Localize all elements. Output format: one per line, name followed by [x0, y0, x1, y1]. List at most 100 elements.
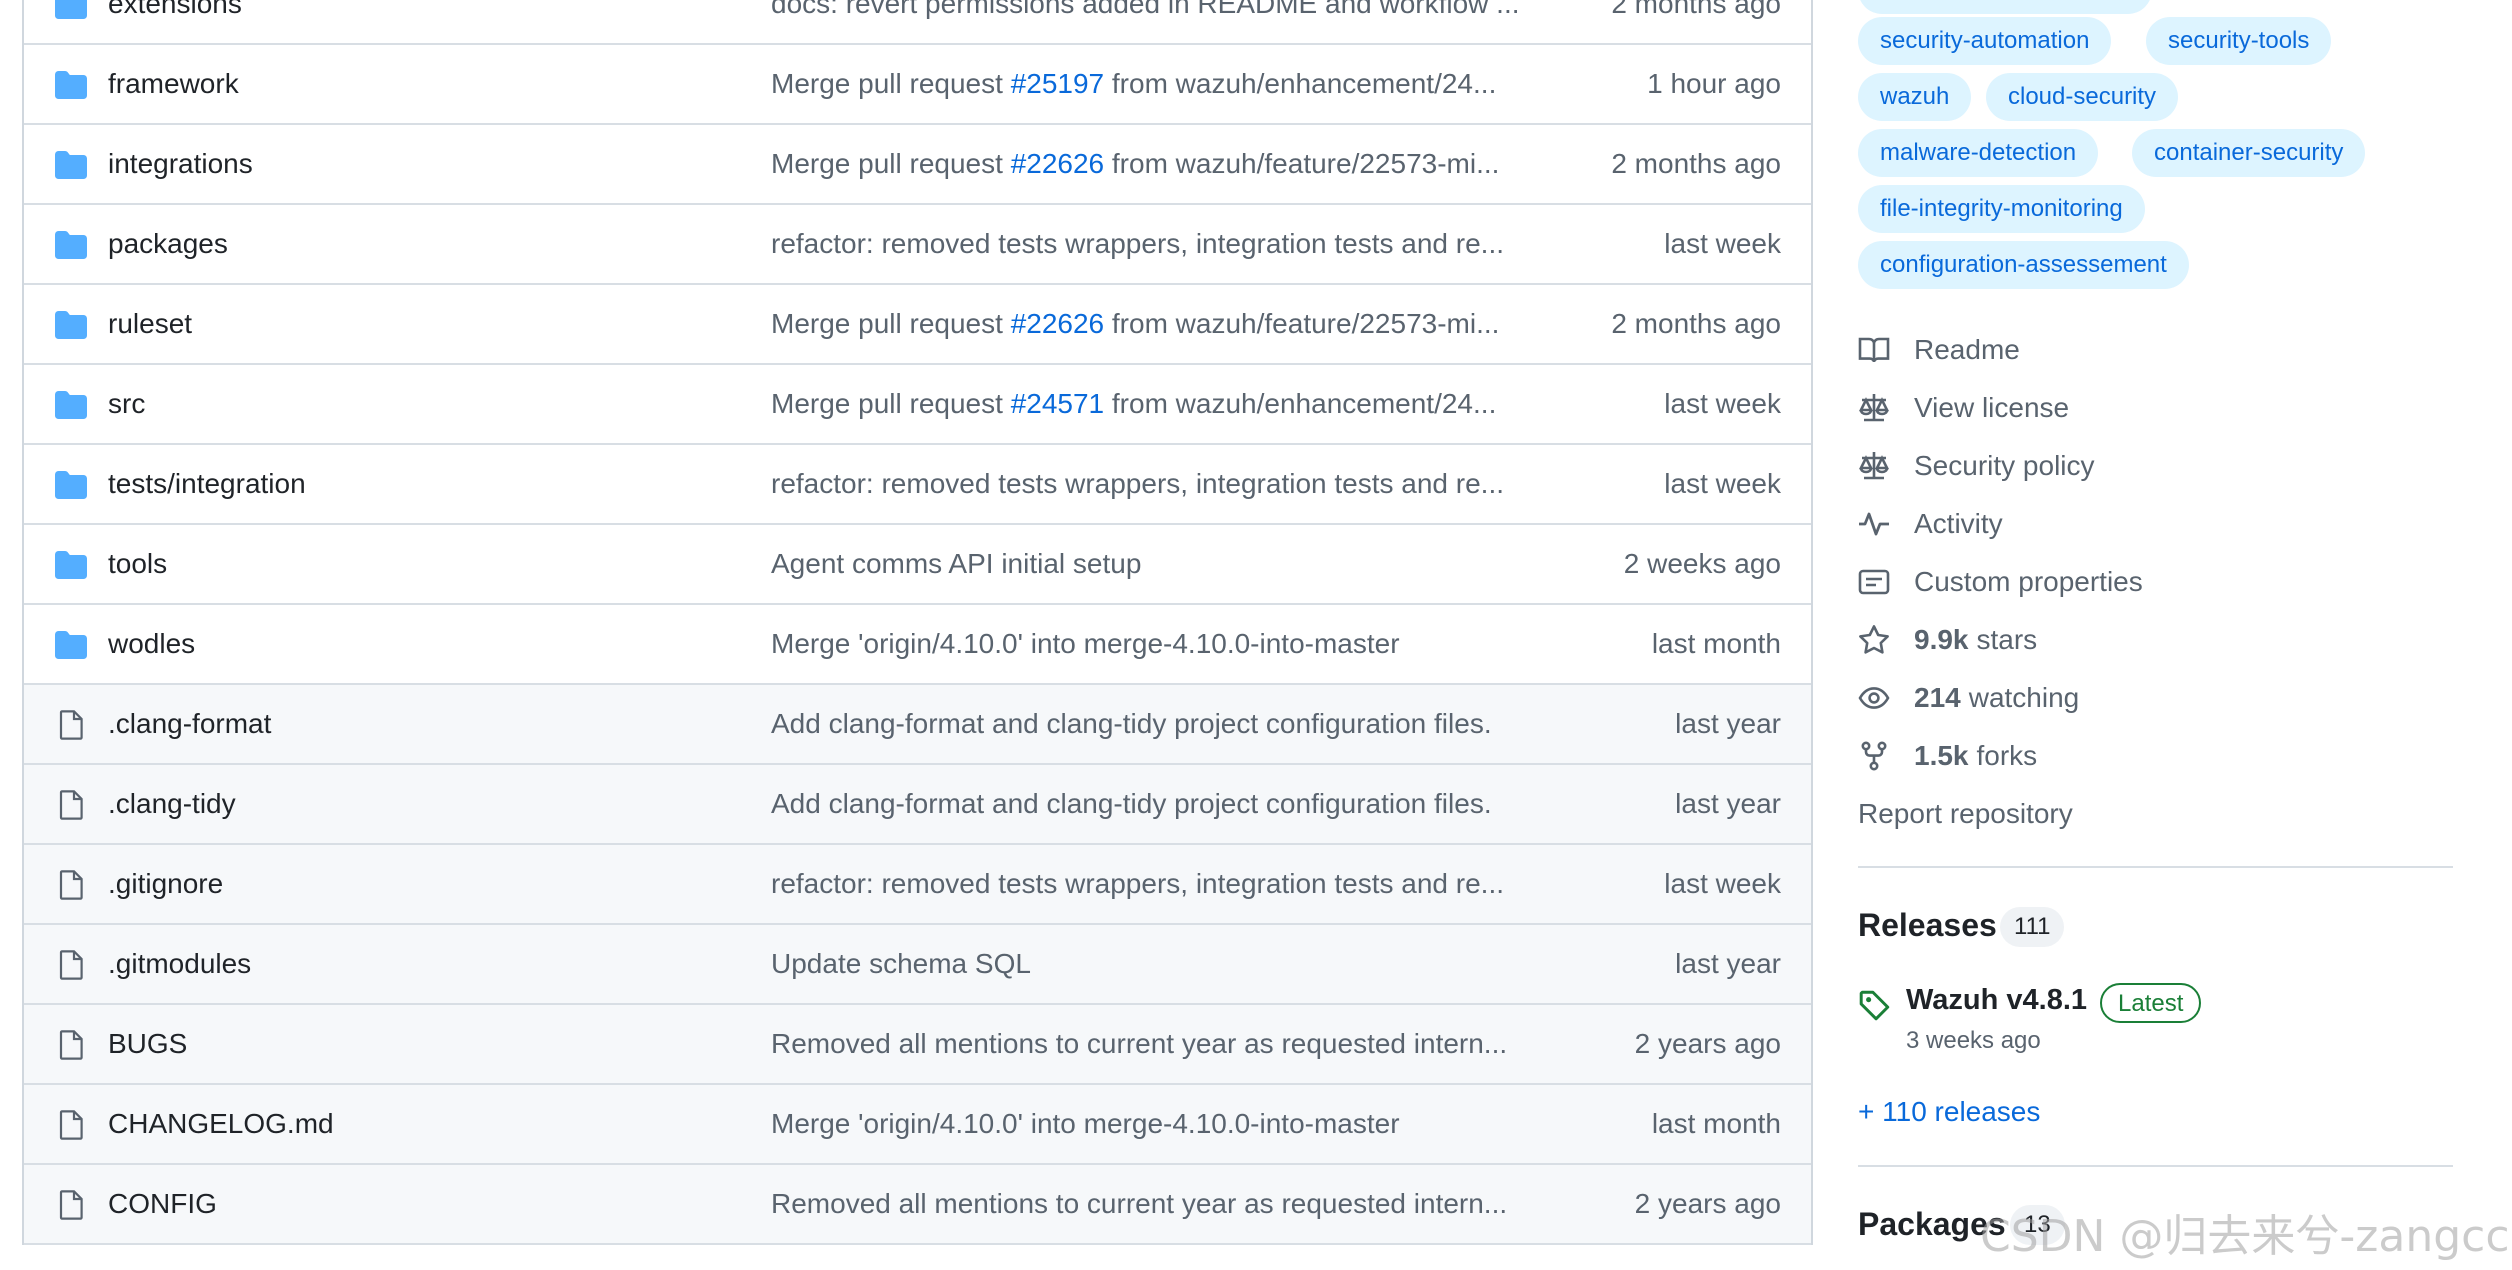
- report-repository-link[interactable]: Report repository: [1858, 794, 2073, 834]
- folder-icon: [54, 0, 88, 21]
- topic-tag-partial[interactable]: [1858, 0, 2152, 14]
- commit-message-text: Merge pull request: [771, 308, 1011, 339]
- file-name-link[interactable]: integrations: [108, 148, 253, 180]
- file-name-link[interactable]: CHANGELOG.md: [108, 1108, 334, 1140]
- file-name-link[interactable]: tools: [108, 548, 167, 580]
- file-row[interactable]: extensions docs: revert permissions added…: [24, 0, 1811, 45]
- latest-release-link[interactable]: Wazuh v4.8.1: [1906, 984, 2087, 1017]
- commit-message-link[interactable]: docs: revert permissions added in README…: [771, 0, 1561, 20]
- file-row[interactable]: wodles Merge 'origin/4.10.0' into merge-4…: [24, 605, 1811, 685]
- commit-age[interactable]: last year: [1675, 708, 1781, 740]
- file-row[interactable]: framework Merge pull request #25197 from …: [24, 45, 1811, 125]
- file-row[interactable]: src Merge pull request #24571 from wazuh/…: [24, 365, 1811, 445]
- topic-tag[interactable]: container-security: [2132, 129, 2366, 177]
- file-name-link[interactable]: wodles: [108, 628, 195, 660]
- commit-message-link[interactable]: Merge pull request #22626 from wazuh/fea…: [771, 148, 1561, 180]
- commit-message-link[interactable]: Merge 'origin/4.10.0' into merge-4.10.0-…: [771, 628, 1561, 660]
- releases-heading[interactable]: Releases: [1858, 907, 1997, 944]
- commit-age[interactable]: last week: [1664, 388, 1781, 420]
- pull-request-link[interactable]: #24571: [1011, 388, 1104, 419]
- file-row[interactable]: .gitignore refactor: removed tests wrappe…: [24, 845, 1811, 925]
- divider: [1858, 1165, 2453, 1167]
- commit-message-link[interactable]: Merge pull request #24571 from wazuh/enh…: [771, 388, 1561, 420]
- file-row[interactable]: tools Agent comms API initial setup 2 week…: [24, 525, 1811, 605]
- commit-message-link[interactable]: Removed all mentions to current year as …: [771, 1188, 1561, 1220]
- commit-age[interactable]: 2 months ago: [1611, 0, 1781, 20]
- file-name-link[interactable]: ruleset: [108, 308, 192, 340]
- pull-request-link[interactable]: #22626: [1011, 148, 1104, 179]
- commit-message-link[interactable]: Merge pull request #25197 from wazuh/enh…: [771, 68, 1561, 100]
- commit-age[interactable]: last year: [1675, 948, 1781, 980]
- security-policy-link[interactable]: Security policy: [1858, 446, 2095, 486]
- commit-message-link[interactable]: Add clang-format and clang-tidy project …: [771, 788, 1561, 820]
- commit-age[interactable]: last year: [1675, 788, 1781, 820]
- book-icon: [1858, 337, 1890, 363]
- topic-tag[interactable]: security-automation: [1858, 17, 2112, 65]
- commit-message-link[interactable]: refactor: removed tests wrappers, integr…: [771, 868, 1561, 900]
- pull-request-link[interactable]: #25197: [1011, 68, 1104, 99]
- readme-link[interactable]: Readme: [1858, 330, 2020, 370]
- note-icon: [1858, 569, 1890, 595]
- file-name-link[interactable]: src: [108, 388, 145, 420]
- file-name-link[interactable]: .gitmodules: [108, 948, 251, 980]
- file-row[interactable]: integrations Merge pull request #22626 fr…: [24, 125, 1811, 205]
- commit-message-link[interactable]: Merge 'origin/4.10.0' into merge-4.10.0-…: [771, 1108, 1561, 1140]
- commit-message-link[interactable]: Add clang-format and clang-tidy project …: [771, 708, 1561, 740]
- pull-request-link[interactable]: #22626: [1011, 308, 1104, 339]
- commit-age[interactable]: 2 months ago: [1611, 308, 1781, 340]
- file-row[interactable]: .clang-format Add clang-format and clang-…: [24, 685, 1811, 765]
- topic-tag[interactable]: malware-detection: [1858, 129, 2099, 177]
- latest-release-age: 3 weeks ago: [1906, 1027, 2041, 1054]
- commit-message-link[interactable]: Removed all mentions to current year as …: [771, 1028, 1561, 1060]
- topic-tag[interactable]: cloud-security: [1986, 73, 2179, 121]
- commit-message-link[interactable]: refactor: removed tests wrappers, integr…: [771, 228, 1561, 260]
- file-name-link[interactable]: .clang-format: [108, 708, 271, 740]
- file-row[interactable]: tests/integration refactor: removed tests…: [24, 445, 1811, 525]
- file-row[interactable]: packages refactor: removed tests wrappers…: [24, 205, 1811, 285]
- activity-link[interactable]: Activity: [1858, 504, 2003, 544]
- file-row[interactable]: BUGS Removed all mentions to current year…: [24, 1005, 1811, 1085]
- commit-age[interactable]: 1 hour ago: [1647, 68, 1781, 100]
- file-name-link[interactable]: CONFIG: [108, 1188, 217, 1220]
- file-table: extensions docs: revert permissions added…: [22, 0, 1813, 1245]
- file-name-link[interactable]: tests/integration: [108, 468, 306, 500]
- watching-count: 214: [1914, 682, 1961, 713]
- topic-tag[interactable]: wazuh: [1858, 73, 1972, 121]
- watching-link[interactable]: 214 watching: [1858, 678, 2079, 718]
- topic-tag[interactable]: configuration-assessement: [1858, 241, 2189, 289]
- commit-message-link[interactable]: refactor: removed tests wrappers, integr…: [771, 468, 1561, 500]
- commit-age[interactable]: 2 years ago: [1635, 1188, 1781, 1220]
- commit-age[interactable]: last week: [1664, 468, 1781, 500]
- file-name-link[interactable]: extensions: [108, 0, 242, 20]
- license-link[interactable]: View license: [1858, 388, 2069, 428]
- file-name-link[interactable]: packages: [108, 228, 228, 260]
- file-name-link[interactable]: framework: [108, 68, 239, 100]
- forks-label: forks: [1976, 740, 2038, 771]
- file-row[interactable]: CHANGELOG.md Merge 'origin/4.10.0' into m…: [24, 1085, 1811, 1165]
- file-row[interactable]: .gitmodules Update schema SQL last year: [24, 925, 1811, 1005]
- file-name-link[interactable]: .gitignore: [108, 868, 223, 900]
- commit-age[interactable]: last month: [1652, 628, 1781, 660]
- file-row[interactable]: CONFIG Removed all mentions to current ye…: [24, 1165, 1811, 1245]
- custom-properties-link[interactable]: Custom properties: [1858, 562, 2143, 602]
- forks-link[interactable]: 1.5k forks: [1858, 736, 2037, 776]
- file-row[interactable]: ruleset Merge pull request #22626 from wa…: [24, 285, 1811, 365]
- commit-age[interactable]: last week: [1664, 868, 1781, 900]
- commit-message-link[interactable]: Merge pull request #22626 from wazuh/fea…: [771, 308, 1561, 340]
- topic-tag[interactable]: file-integrity-monitoring: [1858, 185, 2145, 233]
- tag-icon: [1859, 990, 1890, 1021]
- file-name-link[interactable]: .clang-tidy: [108, 788, 236, 820]
- folder-icon: [54, 309, 88, 341]
- commit-age[interactable]: 2 months ago: [1611, 148, 1781, 180]
- stars-link[interactable]: 9.9k stars: [1858, 620, 2037, 660]
- topic-tag[interactable]: security-tools: [2146, 17, 2332, 65]
- commit-message-link[interactable]: Agent comms API initial setup: [771, 548, 1561, 580]
- more-releases-link[interactable]: + 110 releases: [1858, 1096, 2040, 1128]
- file-name-link[interactable]: BUGS: [108, 1028, 187, 1060]
- commit-age[interactable]: last month: [1652, 1108, 1781, 1140]
- commit-age[interactable]: 2 years ago: [1635, 1028, 1781, 1060]
- commit-age[interactable]: last week: [1664, 228, 1781, 260]
- file-row[interactable]: .clang-tidy Add clang-format and clang-ti…: [24, 765, 1811, 845]
- commit-message-link[interactable]: Update schema SQL: [771, 948, 1561, 980]
- commit-age[interactable]: 2 weeks ago: [1624, 548, 1781, 580]
